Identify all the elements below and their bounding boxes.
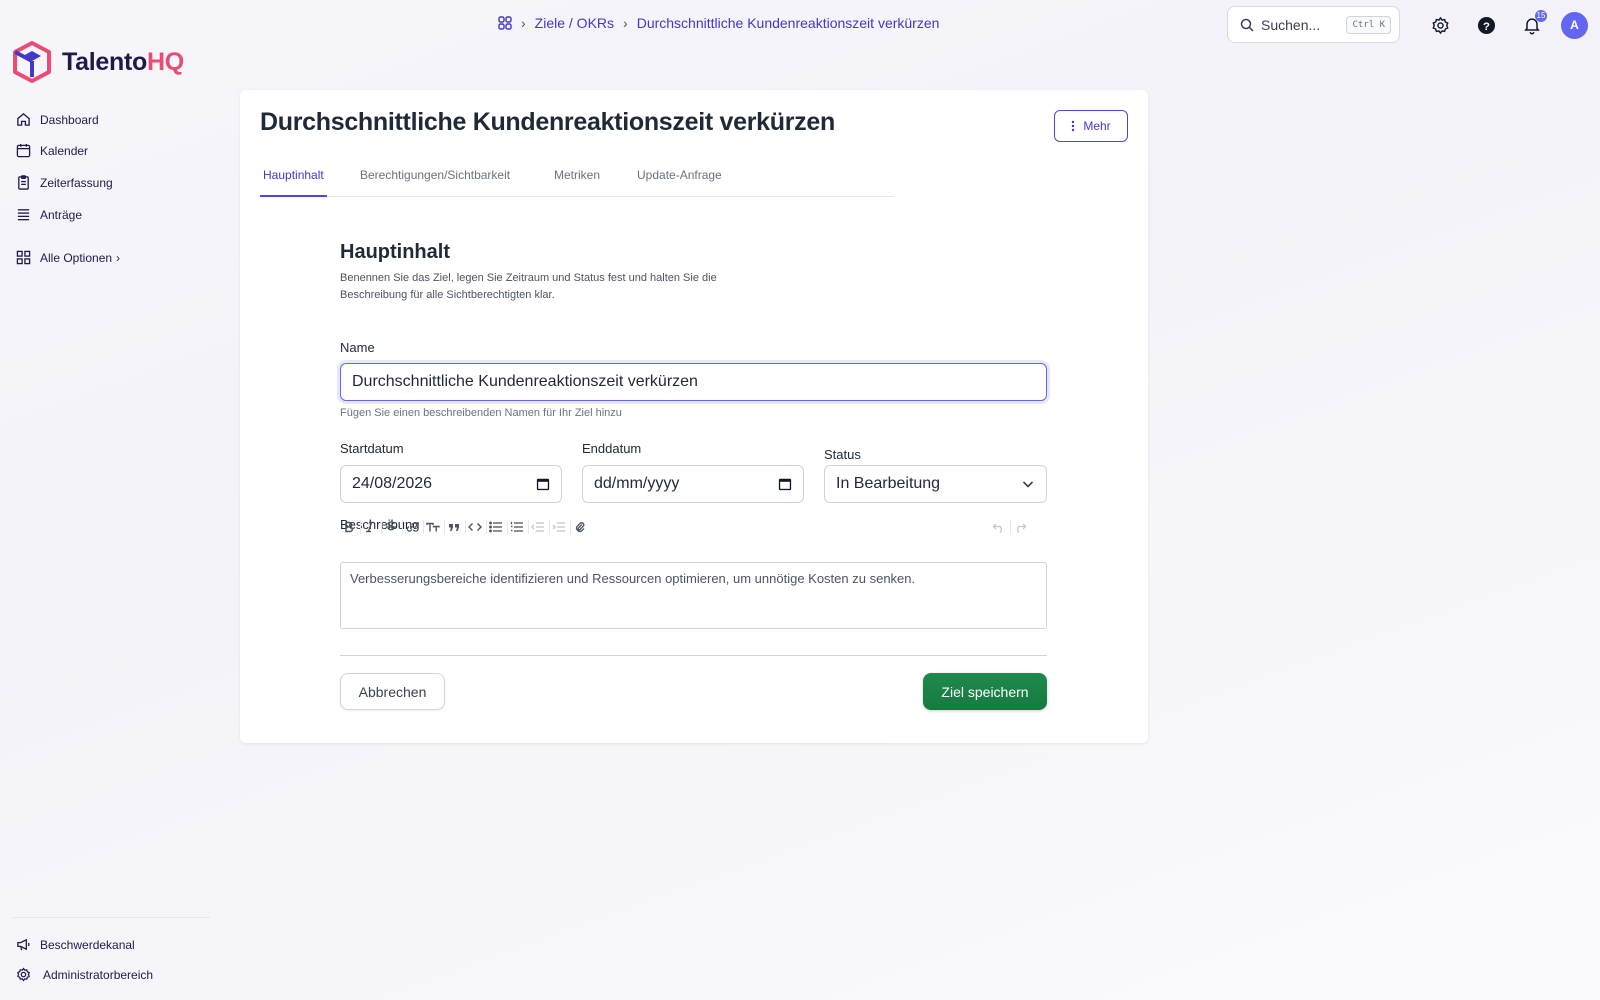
cancel-button[interactable]: Abbrechen (340, 673, 445, 710)
gear-icon (17, 967, 30, 982)
name-label: Name (340, 340, 375, 355)
clipboard-icon (18, 175, 29, 190)
start-date-label: Startdatum (340, 441, 404, 456)
tab-metriken[interactable]: Metriken (551, 168, 603, 197)
logo[interactable]: TalentoHQ (12, 40, 184, 84)
grid-icon (16, 250, 31, 265)
logo-text: TalentoHQ (62, 47, 184, 76)
sidebar-item-label: Dashboard (40, 112, 99, 127)
undo-icon[interactable] (990, 518, 1008, 536)
italic-icon[interactable] (361, 518, 379, 536)
status-label: Status (824, 447, 861, 462)
description-editor[interactable]: Verbesserungsbereiche identifizieren und… (340, 562, 1047, 629)
chevron-down-icon (1021, 477, 1035, 491)
sidebar-divider (12, 917, 210, 918)
sidebar-item-administratorbereich[interactable]: Administratorbereich (16, 967, 216, 982)
start-date-field[interactable]: 24/08/2026 (340, 465, 562, 503)
more-vertical-icon (1071, 120, 1075, 132)
sidebar-item-kalender[interactable]: Kalender (16, 143, 216, 158)
svg-text:?: ? (1483, 20, 1490, 32)
breadcrumb: › Ziele / OKRs › Durchschnittliche Kunde… (498, 15, 939, 31)
sidebar-item-label: Administratorbereich (43, 967, 154, 982)
link-icon[interactable] (403, 518, 421, 536)
form-divider (340, 655, 1047, 656)
section-title: Hauptinhalt (340, 241, 450, 263)
calendar-icon (16, 143, 31, 158)
sidebar-item-alle-optionen[interactable]: Alle Optionen › (16, 250, 216, 265)
text-size-icon[interactable] (424, 518, 442, 536)
calendar-icon[interactable] (778, 477, 792, 491)
apps-grid-icon[interactable] (498, 16, 512, 30)
logo-cube-icon (13, 41, 51, 83)
status-select[interactable]: In Bearbeitung (824, 465, 1047, 503)
notification-badge: 15 (1535, 10, 1547, 22)
sidebar-item-antraege[interactable]: Anträge (16, 207, 216, 222)
numbered-list-icon[interactable] (508, 518, 526, 536)
section-description: Benennen Sie das Ziel, legen Sie Zeitrau… (340, 272, 717, 301)
more-button-label: Mehr (1083, 119, 1111, 133)
bold-icon[interactable] (340, 518, 358, 536)
search-box[interactable]: Suchen... Ctrl K (1227, 6, 1400, 43)
end-date-field[interactable]: dd/mm/yyyy (582, 465, 804, 503)
end-date-label: Enddatum (582, 441, 642, 456)
quote-icon[interactable] (445, 518, 463, 536)
attachment-icon[interactable] (571, 518, 589, 536)
top-bar: › Ziele / OKRs › Durchschnittliche Kunde… (0, 0, 1600, 50)
tab-update-anfrage[interactable]: Update-Anfrage (634, 168, 725, 197)
home-icon (17, 113, 30, 126)
avatar[interactable]: A (1561, 12, 1588, 39)
tab-berechtigungen[interactable]: Berechtigungen/Sichtbarkeit (357, 168, 513, 197)
tab-bar: Hauptinhalt Berechtigungen/Sichtbarkeit … (260, 168, 894, 197)
name-hint: Fügen Sie einen beschreibenden Namen für… (340, 407, 622, 419)
goal-card: Durchschnittliche Kundenreaktionszeit ve… (240, 90, 1148, 743)
sidebar-item-dashboard[interactable]: Dashboard (16, 112, 216, 127)
strikethrough-icon[interactable] (382, 518, 400, 536)
status-value: In Bearbeitung (836, 475, 941, 492)
sidebar-item-label: Alle Optionen (40, 250, 113, 265)
rich-text-toolbar (340, 518, 1050, 536)
indent-icon[interactable] (550, 518, 568, 536)
save-goal-button[interactable]: Ziel speichern (923, 673, 1047, 710)
search-icon (1240, 18, 1254, 32)
list-icon (17, 209, 30, 221)
sidebar-item-label: Kalender (40, 143, 89, 158)
help-icon[interactable]: ? (1474, 13, 1498, 37)
calendar-icon[interactable] (536, 477, 550, 491)
sidebar-item-zeiterfassung[interactable]: Zeiterfassung (16, 175, 216, 190)
tab-hauptinhalt[interactable]: Hauptinhalt (260, 168, 327, 197)
bullet-list-icon[interactable] (487, 518, 505, 536)
chevron-right-icon: › (623, 15, 628, 31)
sidebar-item-label: Zeiterfassung (40, 175, 113, 190)
page-title: Durchschnittliche Kundenreaktionszeit ve… (260, 108, 835, 136)
sidebar-item-label: Beschwerdekanal (40, 937, 135, 952)
redo-icon[interactable] (1011, 518, 1029, 536)
outdent-icon[interactable] (529, 518, 547, 536)
breadcrumb-link-okrs[interactable]: Ziele / OKRs (535, 15, 614, 31)
code-icon[interactable] (466, 518, 484, 536)
sidebar-item-beschwerdekanal[interactable]: Beschwerdekanal (16, 937, 216, 952)
name-field-value: Durchschnittliche Kundenreaktionszeit ve… (352, 373, 698, 390)
chevron-right-icon: › (116, 250, 121, 265)
name-field[interactable]: Durchschnittliche Kundenreaktionszeit ve… (340, 363, 1047, 401)
more-button[interactable]: Mehr (1054, 110, 1128, 142)
gear-icon[interactable] (1428, 13, 1452, 37)
sidebar-item-label: Anträge (40, 207, 83, 222)
search-placeholder: Suchen... (1261, 16, 1321, 33)
breadcrumb-current[interactable]: Durchschnittliche Kundenreaktionszeit ve… (637, 15, 940, 31)
end-date-value: dd/mm/yyyy (594, 475, 680, 492)
megaphone-icon (17, 938, 30, 951)
start-date-value: 24/08/2026 (352, 475, 433, 492)
chevron-right-icon: › (521, 15, 526, 31)
search-shortcut: Ctrl K (1346, 15, 1391, 34)
